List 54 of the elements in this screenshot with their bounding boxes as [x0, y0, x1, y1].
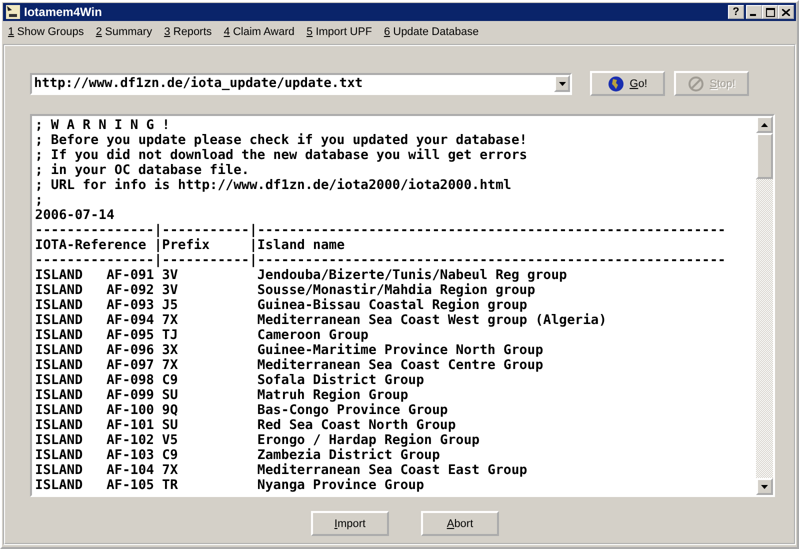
text-line: ISLAND AF-096 3X Guinee-Maritime Province North Group: [35, 343, 544, 358]
scroll-up-button[interactable]: [756, 116, 773, 133]
text-line: ISLAND AF-095 TJ Cameroon Group: [35, 328, 368, 343]
url-combobox[interactable]: http://www.df1zn.de/iota_update/update.txt: [30, 72, 572, 94]
text-line: ; W A R N I N G !: [35, 118, 170, 133]
stop-icon: [688, 76, 704, 92]
dialog-button[interactable]: Import: [311, 511, 389, 536]
text-line: ISLAND AF-094 7X Mediterranean Sea Coast West group (Algeria): [35, 313, 607, 328]
text-line: ---------------|-----------|-----------------------------------------------------------: [35, 253, 726, 268]
menu-item[interactable]: 3 Reports: [164, 26, 212, 38]
close-button[interactable]: [778, 5, 794, 19]
window-title: Iotamem4Win: [24, 5, 103, 19]
globe-icon: [608, 76, 624, 92]
text-line: 2006-07-14: [35, 208, 114, 223]
text-line: ISLAND AF-097 7X Mediterranean Sea Coast Centre Group: [35, 358, 544, 373]
text-line: ISLAND AF-091 3V Jendouba/Bizerte/Tunis/Nabeul Reg group: [35, 268, 567, 283]
text-line: ISLAND AF-101 SU Red Sea Coast North Group: [35, 418, 456, 433]
menu-item[interactable]: 1 Show Groups: [8, 26, 84, 38]
scrollbar[interactable]: [756, 116, 773, 495]
scroll-thumb[interactable]: [756, 133, 773, 179]
app-icon: [5, 4, 21, 20]
menu-item[interactable]: 4 Claim Award: [224, 26, 295, 38]
text-line: ISLAND AF-104 7X Mediterranean Sea Coast East Group: [35, 463, 528, 478]
text-line: ISLAND AF-102 V5 Erongo / Hardap Region Group: [35, 433, 480, 448]
up-arrow-icon: [761, 122, 768, 126]
minimize-button[interactable]: [746, 5, 762, 19]
text-line: ISLAND AF-092 3V Sousse/Monastir/Mahdia Region group: [35, 283, 536, 298]
close-icon: [782, 8, 790, 16]
maximize-icon: [766, 8, 774, 16]
scroll-down-button[interactable]: [756, 478, 773, 495]
text-line: ISLAND AF-103 C9 Zambezia District Group: [35, 448, 440, 463]
text-line: ISLAND AF-098 C9 Sofala District Group: [35, 373, 424, 388]
text-line: ---------------|-----------|-----------------------------------------------------------: [35, 223, 726, 238]
text-line: ISLAND AF-105 TR Nyanga Province Group: [35, 478, 424, 493]
text-line: ; URL for info is http://www.df1zn.de/iota2000/iota2000.html: [35, 178, 512, 193]
dialog-button[interactable]: Abort: [421, 511, 499, 536]
text-line: IOTA-Reference |Prefix |Island name: [35, 238, 345, 253]
text-area[interactable]: [30, 114, 775, 497]
maximize-button[interactable]: [762, 5, 778, 19]
menu-item[interactable]: 5 Import UPF: [306, 26, 372, 38]
dropdown-button[interactable]: [554, 75, 570, 92]
text-line: ;: [35, 193, 43, 208]
menu-item[interactable]: 2 Summary: [96, 26, 152, 38]
text-line: ; Before you update please check if you updated your database!: [35, 133, 528, 148]
caret-icon: [558, 82, 566, 86]
text-line: ; If you did not download the new database you will get errors: [35, 148, 528, 163]
text-line: ISLAND AF-100 9Q Bas-Congo Province Group: [35, 403, 448, 418]
text-line: ISLAND AF-099 SU Matruh Region Group: [35, 388, 408, 403]
text-line: ; in your OC database file.: [35, 163, 250, 178]
menu-item[interactable]: 6 Update Database: [384, 26, 479, 38]
text-line: ISLAND AF-093 J5 Guinea-Bissau Coastal Region group: [35, 298, 528, 313]
down-arrow-icon: [761, 484, 768, 488]
help-button[interactable]: ?: [728, 5, 744, 19]
go-button[interactable]: Go!: [590, 71, 665, 96]
